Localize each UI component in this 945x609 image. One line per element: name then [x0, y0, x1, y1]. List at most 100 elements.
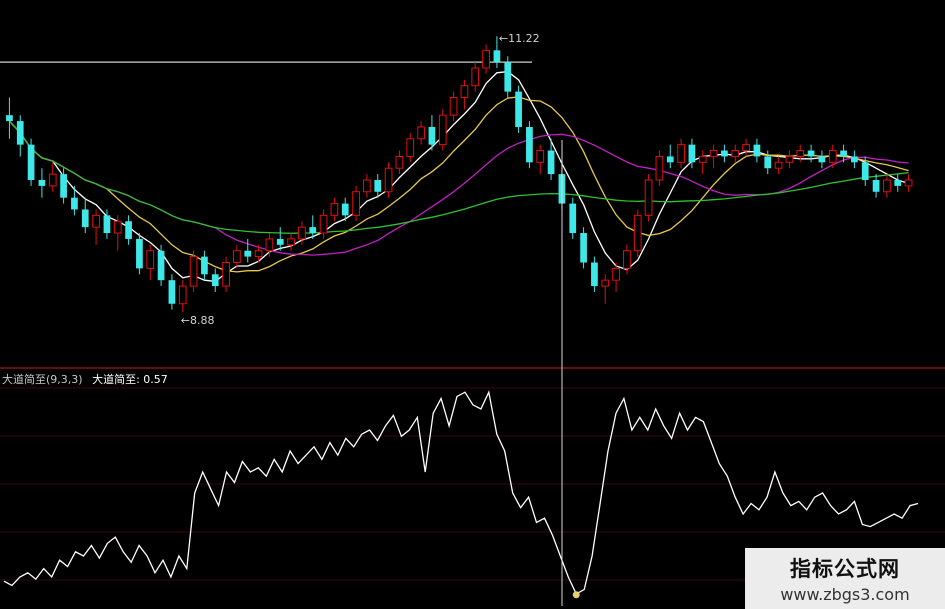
candle-body	[785, 155, 794, 163]
candle-body	[27, 144, 35, 180]
candle	[894, 174, 902, 192]
candle	[38, 168, 46, 198]
candle-body	[872, 180, 880, 192]
candle-body	[6, 115, 13, 122]
candle	[81, 197, 89, 234]
candle-body	[753, 144, 761, 157]
candle-body	[319, 214, 328, 234]
candle-body	[612, 267, 620, 281]
candle	[146, 244, 155, 281]
candle-body	[861, 162, 869, 180]
candle-body	[428, 126, 436, 145]
candle	[580, 227, 587, 269]
candle-body	[136, 238, 143, 269]
candle-body	[493, 50, 501, 63]
candle	[526, 121, 533, 169]
candle-body	[818, 156, 826, 163]
candle-body	[504, 62, 512, 92]
ma60-line	[8, 120, 909, 234]
candle	[721, 144, 728, 163]
candle-body	[666, 156, 674, 163]
candle	[189, 250, 198, 292]
candle-body	[103, 215, 111, 234]
candle-body	[48, 173, 57, 187]
candle	[623, 244, 631, 275]
candle-body	[406, 138, 415, 157]
indicator-title: 大道简至(9,3,3)	[2, 373, 83, 386]
candle	[352, 185, 360, 222]
candle	[330, 197, 339, 222]
candle-body	[81, 209, 89, 228]
candle	[157, 244, 165, 287]
candle	[504, 56, 512, 98]
candle	[374, 174, 382, 198]
candle	[666, 144, 674, 169]
candle	[6, 97, 13, 139]
low-price-label: ←8.88	[181, 314, 215, 327]
candle	[698, 150, 707, 175]
candle-body	[16, 121, 24, 145]
candle	[136, 233, 143, 275]
candle	[677, 138, 685, 169]
candle	[27, 138, 35, 186]
ma5-line	[8, 70, 909, 283]
candle-body	[796, 150, 805, 157]
candle	[417, 121, 425, 145]
candle-body	[460, 85, 469, 99]
candle-body	[774, 161, 783, 169]
high-price-label: ←11.22	[499, 32, 540, 45]
candle	[384, 162, 393, 198]
candle	[796, 144, 805, 163]
candle-body	[233, 250, 241, 263]
candle	[363, 174, 371, 198]
candle-body	[904, 179, 913, 187]
candle-body	[341, 203, 349, 216]
candle-body	[840, 150, 847, 157]
candle-body	[536, 150, 545, 163]
candle-body	[764, 156, 772, 169]
candle	[655, 150, 664, 186]
candle-body	[254, 250, 263, 258]
candle	[48, 162, 57, 192]
candle-body	[601, 279, 610, 287]
candle	[601, 274, 610, 304]
ma10-line	[8, 96, 909, 273]
candle-body	[731, 150, 740, 157]
candle-body	[384, 167, 393, 193]
candle	[731, 144, 740, 163]
candle	[92, 209, 100, 245]
candle-body	[721, 150, 728, 157]
candle-body	[851, 156, 858, 163]
candle-body	[276, 238, 284, 245]
candle-body	[146, 250, 155, 269]
candle-body	[244, 250, 252, 257]
candle	[471, 62, 480, 92]
candle-body	[201, 256, 208, 275]
candle	[406, 132, 415, 163]
candle	[774, 156, 783, 175]
candle-body	[655, 155, 664, 181]
candle-body	[471, 67, 480, 87]
candle-body	[125, 221, 132, 239]
ma20-line	[8, 120, 909, 256]
candle-body	[742, 144, 750, 152]
candle-body	[644, 179, 653, 216]
candle-body	[330, 203, 339, 216]
candle-body	[709, 150, 718, 157]
candle-body	[374, 180, 382, 192]
candle-body	[580, 233, 587, 263]
price-panel: ←11.22 ←8.88	[0, 32, 913, 327]
candle-body	[157, 250, 165, 281]
candle	[71, 185, 78, 216]
candle-body	[60, 174, 67, 198]
candle	[904, 174, 913, 192]
candle	[828, 144, 837, 169]
candle	[851, 150, 858, 169]
candle-body	[591, 262, 598, 287]
signal-marker	[572, 591, 580, 599]
candle	[818, 150, 826, 169]
candle-body	[352, 191, 360, 216]
candle-body	[178, 285, 187, 305]
candle	[482, 44, 490, 74]
candle-body	[71, 197, 78, 210]
